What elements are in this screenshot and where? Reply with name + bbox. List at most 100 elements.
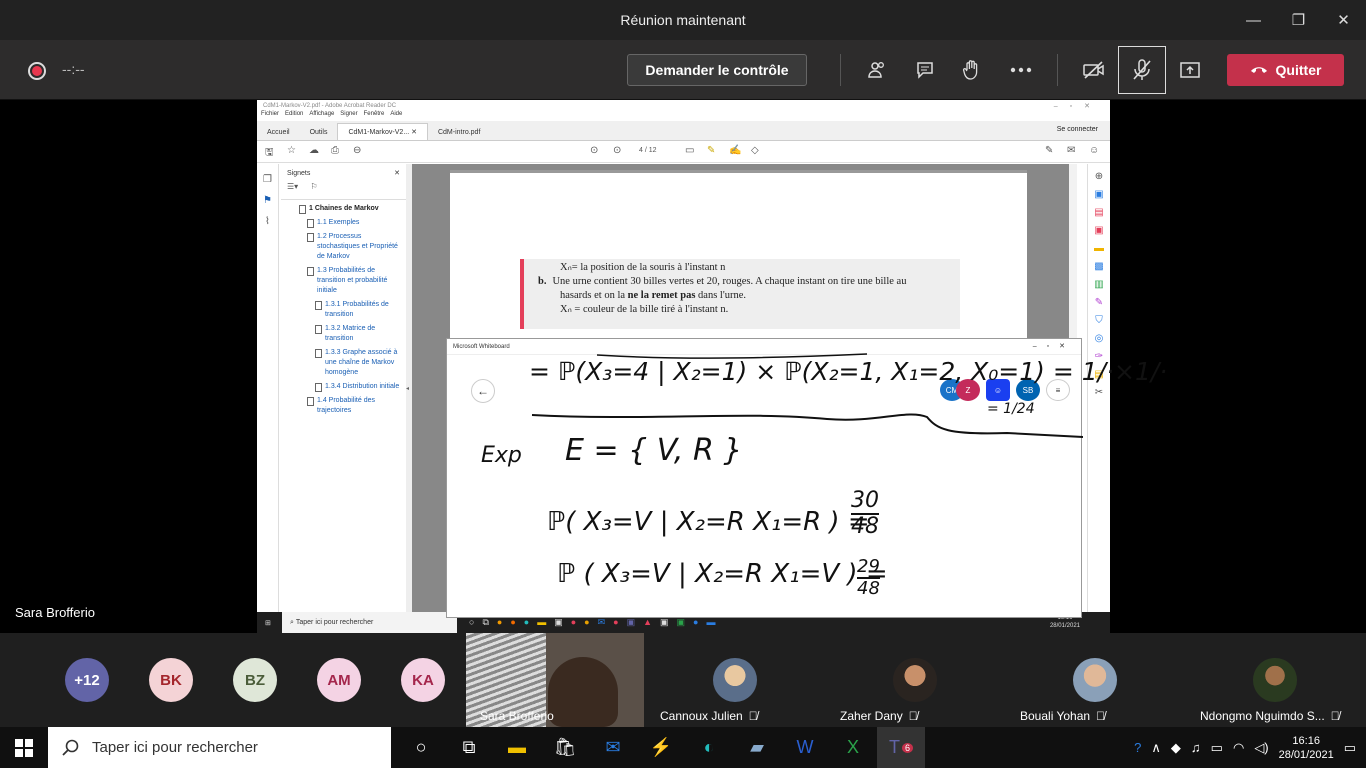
tab-accueil[interactable]: Accueil bbox=[257, 125, 300, 140]
page-indicator[interactable]: 4 / 12 bbox=[639, 147, 657, 154]
notifications-icon[interactable]: ▭ bbox=[1344, 740, 1356, 756]
avatar[interactable]: BZ bbox=[233, 658, 277, 702]
whiteboard-window[interactable]: Microsoft Whiteboard –▫✕ ← CM Z ☺ SB ≡ =… bbox=[446, 338, 1167, 618]
organize-icon[interactable]: ▤ bbox=[1088, 207, 1110, 218]
signin-link[interactable]: Se connecter bbox=[1057, 126, 1098, 133]
menu-item[interactable]: Affichage bbox=[309, 111, 334, 121]
minimize-button[interactable]: — bbox=[1231, 0, 1276, 40]
page-down-icon[interactable]: ⊙ bbox=[613, 145, 621, 156]
wifi-icon[interactable]: ◠ bbox=[1233, 740, 1244, 756]
bookmark-item[interactable]: 1.3.2 Matrice de transition bbox=[281, 324, 406, 344]
maximize-button[interactable]: ❐ bbox=[1276, 0, 1321, 40]
bookmark-icon[interactable]: ⚑ bbox=[257, 195, 278, 206]
zoom-out-icon[interactable]: ⊖ bbox=[353, 145, 361, 156]
help-icon[interactable]: ? bbox=[1134, 740, 1141, 755]
page-up-icon[interactable]: ⊙ bbox=[590, 145, 598, 156]
star-icon[interactable]: ☆ bbox=[287, 145, 296, 156]
mic-toggle[interactable] bbox=[1118, 46, 1166, 94]
comment-tool-icon[interactable]: ▬ bbox=[1088, 243, 1110, 254]
share-icon[interactable] bbox=[1175, 56, 1205, 84]
app-icon[interactable]: ▰ bbox=[733, 727, 781, 768]
bookmark-item[interactable]: 1.4 Probabilité des trajectoires bbox=[281, 396, 406, 416]
battery-icon[interactable]: ▭ bbox=[1211, 740, 1223, 756]
chevron-up-icon[interactable]: ∧ bbox=[1151, 740, 1161, 756]
cortana-icon[interactable]: ○ bbox=[397, 727, 445, 768]
print-icon[interactable]: ⎙ bbox=[331, 145, 339, 156]
chat-icon[interactable] bbox=[910, 56, 940, 84]
menu-item[interactable]: Aide bbox=[390, 111, 402, 121]
mail-icon[interactable]: ✉ bbox=[1067, 145, 1075, 156]
participant-tile[interactable]: Zaher Dany 🎙̸ bbox=[835, 633, 1015, 727]
hand-icon[interactable] bbox=[957, 56, 987, 84]
task-view-icon[interactable]: ⧉ bbox=[445, 727, 493, 768]
participants-icon[interactable] bbox=[862, 56, 892, 84]
inner-search[interactable]: ⌕ Taper ici pour rechercher bbox=[282, 612, 457, 633]
close-icon[interactable]: ✕ bbox=[394, 169, 400, 177]
avatar[interactable]: BK bbox=[149, 658, 193, 702]
request-control-button[interactable]: Demander le contrôle bbox=[627, 54, 807, 86]
avatar[interactable]: KA bbox=[401, 658, 445, 702]
menu-item[interactable]: Edition bbox=[285, 111, 303, 121]
video-tile[interactable]: Sara Brofferio bbox=[466, 633, 644, 727]
bookmark-item[interactable]: 1.2 Processus stochastiques et Propriété… bbox=[281, 232, 406, 262]
options-icon[interactable]: ☰▾ bbox=[287, 182, 298, 191]
more-participants-badge[interactable]: +12 bbox=[65, 658, 109, 702]
close-button[interactable]: ✕ bbox=[1321, 0, 1366, 40]
tools-icon[interactable]: ✂ bbox=[1088, 387, 1110, 398]
menu-item[interactable]: Fenêtre bbox=[364, 111, 385, 121]
excel-icon[interactable]: X bbox=[829, 727, 877, 768]
bookmark-item[interactable]: 1 Chaines de Markov bbox=[281, 204, 406, 214]
create-pdf-icon[interactable]: ▣ bbox=[1088, 225, 1110, 236]
fill-sign-icon[interactable]: ✎ bbox=[1045, 145, 1053, 156]
tab-cdm-intro[interactable]: CdM-intro.pdf bbox=[428, 125, 490, 140]
word-icon[interactable]: W bbox=[781, 727, 829, 768]
bookmark-item[interactable]: 1.3.1 Probabilités de transition bbox=[281, 300, 406, 320]
file-explorer-icon[interactable]: ▬ bbox=[493, 727, 541, 768]
tab-outils[interactable]: Outils bbox=[300, 125, 338, 140]
bookmark-item[interactable]: 1.3.3 Graphe associé à une chaîne de Mar… bbox=[281, 348, 406, 378]
add-bookmark-icon[interactable]: ⚐ bbox=[310, 182, 317, 191]
bookmark-item[interactable]: 1.1 Exemples bbox=[281, 218, 406, 228]
taskbar-clock[interactable]: 16:16 28/01/2021 bbox=[1279, 734, 1334, 762]
camera-off-icon[interactable] bbox=[1079, 56, 1109, 84]
participant-tile[interactable]: Ndongmo Nguimdo S... 🎙̸ bbox=[1195, 633, 1366, 727]
leave-button[interactable]: Quitter bbox=[1227, 54, 1344, 86]
participant-tile[interactable]: Bouali Yohan 🎙̸ bbox=[1015, 633, 1195, 727]
combine-icon[interactable]: ▩ bbox=[1088, 261, 1110, 272]
bookmark-item[interactable]: 1.3.4 Distribution initiale bbox=[281, 382, 406, 392]
comment-icon[interactable]: ▭ bbox=[685, 145, 694, 156]
zoom-icon[interactable]: ⊕ bbox=[1088, 171, 1110, 182]
teams-icon[interactable]: T6 bbox=[877, 727, 925, 768]
sign-icon[interactable]: ✍ bbox=[729, 145, 741, 156]
export-pdf-icon[interactable]: ▣ bbox=[1088, 189, 1110, 200]
user-icon[interactable]: ☺ bbox=[1089, 145, 1099, 156]
tab-cdm1[interactable]: CdM1-Markov-V2... ✕ bbox=[337, 123, 428, 140]
taskbar-search[interactable]: Taper ici pour rechercher bbox=[48, 727, 391, 768]
compress-icon[interactable]: ▥ bbox=[1088, 279, 1110, 290]
edit-icon[interactable]: ✎ bbox=[1088, 297, 1110, 308]
volume-icon[interactable]: ◁) bbox=[1254, 740, 1268, 756]
pages-icon[interactable]: ❐ bbox=[257, 174, 278, 185]
edge-icon[interactable]: ◐ bbox=[685, 727, 733, 768]
dropbox-icon[interactable]: ◆ bbox=[1171, 740, 1181, 756]
scan-icon[interactable]: ◎ bbox=[1088, 333, 1110, 344]
participant-tile[interactable]: Cannoux Julien 🎙̸ bbox=[655, 633, 835, 727]
protect-icon[interactable]: ⛉ bbox=[1088, 315, 1110, 326]
inner-start-icon[interactable]: ⊞ bbox=[265, 619, 271, 627]
menu-item[interactable]: Signer bbox=[340, 111, 357, 121]
app-icon[interactable]: ⚡ bbox=[637, 727, 685, 768]
bookmark-item[interactable]: 1.3 Probabilités de transition et probab… bbox=[281, 266, 406, 296]
more-icon[interactable] bbox=[1006, 56, 1036, 84]
cloud-upload-icon[interactable]: ☁ bbox=[309, 145, 319, 156]
save-icon[interactable]: 🖫 bbox=[265, 145, 274, 162]
mail-icon[interactable]: ✉ bbox=[589, 727, 637, 768]
attachment-icon[interactable]: ⌇ bbox=[257, 216, 278, 227]
highlight-icon[interactable]: ✎ bbox=[707, 145, 715, 156]
mic-icon[interactable]: ♫ bbox=[1191, 740, 1201, 755]
tag-icon[interactable]: ◇ bbox=[751, 145, 759, 156]
acrobat-window-controls[interactable]: –▫✕ bbox=[1054, 102, 1102, 110]
store-icon[interactable]: 🛍 bbox=[541, 727, 589, 768]
start-button[interactable] bbox=[0, 727, 48, 768]
avatar[interactable]: AM bbox=[317, 658, 361, 702]
menu-item[interactable]: Fichier bbox=[261, 111, 279, 121]
